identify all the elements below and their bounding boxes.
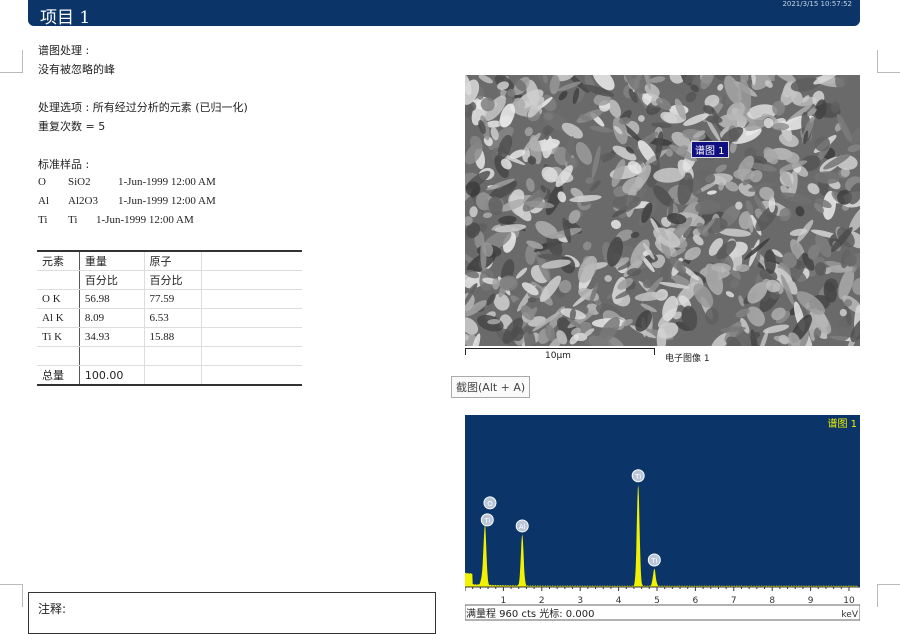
options-label: 处理选项 : 所有经过分析的元素 (已归一化) — [38, 101, 248, 114]
header-cell: 百分比 — [144, 270, 203, 290]
table-row — [37, 346, 302, 366]
plot-background — [465, 415, 860, 587]
table-cell: 8.09 — [79, 308, 145, 328]
page-title: 项目 1 — [40, 8, 91, 28]
grain — [637, 115, 645, 122]
grain — [610, 219, 622, 229]
table-cell: 6.53 — [144, 308, 203, 328]
table-row: 总量 100.00 — [37, 365, 302, 386]
notes-box[interactable]: 注释: — [28, 592, 436, 634]
peak-label: Ti — [650, 557, 657, 565]
table-cell: 34.93 — [79, 327, 145, 347]
grain — [582, 241, 592, 251]
repeat-count: 重复次数 = 5 — [38, 120, 106, 133]
timestamp: 2021/3/15 10:57:52 — [782, 0, 852, 8]
peak-label: Ti — [483, 517, 490, 525]
scale-label: 10µm — [545, 351, 571, 361]
report-header: 项目 1 2021/3/15 10:57:52 — [28, 0, 860, 28]
grain — [778, 132, 799, 147]
standard-date: 1-Jun-1999 12:00 AM — [96, 214, 194, 226]
table-row: O K 56.98 77.59 — [37, 289, 302, 309]
standard-el: O — [38, 176, 46, 188]
table-cell: 77.59 — [144, 289, 203, 309]
page-corner — [0, 584, 23, 607]
grain — [725, 291, 735, 298]
standard-std: Al2O3 — [68, 195, 98, 207]
header-cell: 重量 — [79, 251, 145, 271]
peak-label: Ti — [634, 473, 641, 481]
notes-label: 注释: — [38, 602, 67, 616]
grain — [839, 308, 847, 317]
results-table: 元素 重量 原子 百分比 百分比 O K 56.98 77.59 Al K 8.09 6.53 T… — [37, 250, 302, 386]
table-cell: 56.98 — [79, 289, 145, 309]
table-cell — [79, 346, 145, 366]
peak-label: Al — [519, 523, 526, 531]
grain — [505, 97, 513, 104]
table-cell: 15.88 — [144, 327, 203, 347]
table-cell: 总量 — [37, 365, 80, 386]
table-row: Al K 8.09 6.53 — [37, 308, 302, 328]
grain — [482, 212, 493, 219]
grain — [847, 144, 860, 153]
grain — [526, 178, 535, 192]
table-cell: 100.00 — [79, 365, 145, 386]
standard-std: Ti — [68, 214, 78, 226]
processing-value: 没有被忽略的峰 — [38, 63, 115, 76]
peak-label: O — [487, 500, 493, 508]
chart-title: 谱图 1 — [827, 417, 857, 430]
table-row: Ti K 34.93 15.88 — [37, 327, 302, 347]
standard-el: Ti — [38, 214, 48, 226]
header-cell: 元素 — [37, 251, 80, 271]
full-scale-readout: 满量程 960 cts 光标: 0.000 — [466, 607, 594, 620]
table-cell — [144, 346, 203, 366]
x-axis-label: keV — [841, 610, 858, 620]
grain — [604, 275, 612, 282]
standards-label: 标准样品 : — [38, 158, 90, 171]
table-cell — [144, 365, 203, 386]
grain — [469, 206, 478, 218]
grain — [835, 75, 850, 90]
header-cell: 百分比 — [79, 270, 145, 290]
grain — [706, 190, 717, 195]
grain — [772, 122, 790, 131]
table-cell: Ti K — [37, 327, 80, 347]
processing-label: 谱图处理 : — [38, 44, 90, 57]
header-cell: 原子 — [144, 251, 203, 271]
standard-date: 1-Jun-1999 12:00 AM — [118, 195, 216, 207]
page-corner — [0, 50, 23, 73]
grain — [515, 267, 528, 279]
grain — [795, 206, 805, 217]
page-corner — [877, 50, 900, 73]
grain — [591, 145, 601, 179]
standard-std: SiO2 — [68, 176, 91, 188]
grain — [478, 75, 493, 84]
spectrum-marker[interactable]: 谱图 1 — [691, 141, 729, 158]
standard-el: Al — [38, 195, 49, 207]
standard-date: 1-Jun-1999 12:00 AM — [118, 176, 216, 188]
table-cell — [37, 346, 80, 366]
page-corner — [877, 584, 900, 607]
table-cell: O K — [37, 289, 80, 309]
table-cell: Al K — [37, 308, 80, 328]
grain — [665, 83, 687, 95]
image-caption: 电子图像 1 — [665, 354, 710, 364]
spectrum-chart: Ti O Al Ti Ti 1 2 3 4 5 6 7 8 9 10 满量程 960 cts 光标: 0.00… — [464, 415, 861, 621]
snapshot-button[interactable]: 截图(Alt + A) — [451, 376, 531, 398]
electron-image: 谱图 1 — [465, 75, 860, 346]
